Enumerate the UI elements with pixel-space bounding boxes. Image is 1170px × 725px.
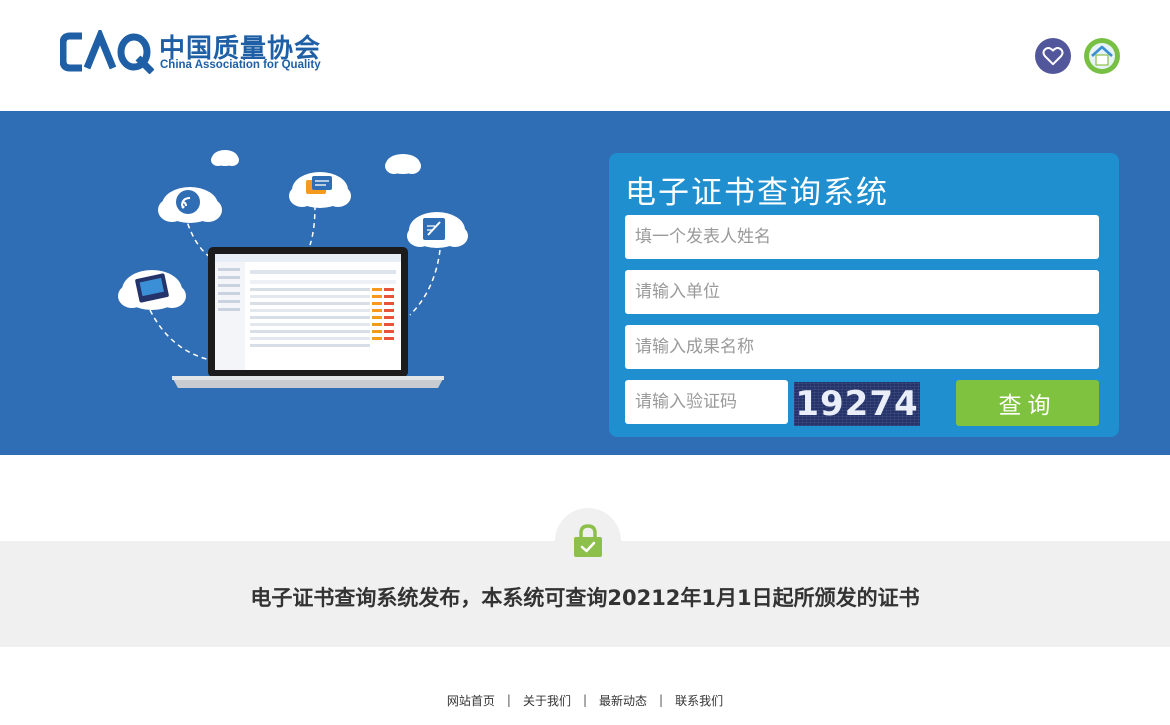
- caq-logo[interactable]: 中国质量协会 China Association for Quality: [60, 28, 321, 76]
- footer-link-about[interactable]: 关于我们: [523, 692, 571, 709]
- home-button[interactable]: [1084, 38, 1120, 74]
- footer-separator: |: [506, 693, 511, 707]
- captcha-code: 19274: [795, 384, 919, 424]
- laptop-cloud-illustration: [118, 150, 468, 388]
- footer-link-news[interactable]: 最新动态: [599, 692, 647, 709]
- site-header: 中国质量协会 China Association for Quality: [0, 0, 1170, 111]
- lock-check-icon: [574, 524, 602, 557]
- captcha-input[interactable]: [625, 380, 788, 424]
- captcha-image[interactable]: 19274: [794, 382, 920, 426]
- favorite-button[interactable]: [1035, 38, 1071, 74]
- author-name-input[interactable]: [625, 215, 1099, 259]
- result-name-input[interactable]: [625, 325, 1099, 369]
- certificate-query-panel: 电子证书查询系统 19274 查询: [609, 153, 1119, 437]
- footer-link-home[interactable]: 网站首页: [447, 692, 495, 709]
- logo-name-en: China Association for Quality: [160, 59, 321, 71]
- footer-separator: |: [659, 693, 664, 707]
- notice-text: 电子证书查询系统发布，本系统可查询20212年1月1日起所颁发的证书: [250, 586, 920, 610]
- lock-badge: [555, 508, 621, 574]
- footer-separator: |: [582, 693, 588, 707]
- caq-logo-mark: [60, 30, 154, 74]
- heart-icon: [1042, 47, 1064, 66]
- query-button[interactable]: 查询: [956, 380, 1099, 426]
- home-icon: [1089, 43, 1115, 69]
- panel-title: 电子证书查询系统: [625, 175, 889, 211]
- footer-nav: 网站首页 | 关于我们 | 最新动态 | 联系我们: [0, 690, 1170, 710]
- unit-input[interactable]: [625, 270, 1099, 314]
- footer-link-contact[interactable]: 联系我们: [675, 692, 723, 709]
